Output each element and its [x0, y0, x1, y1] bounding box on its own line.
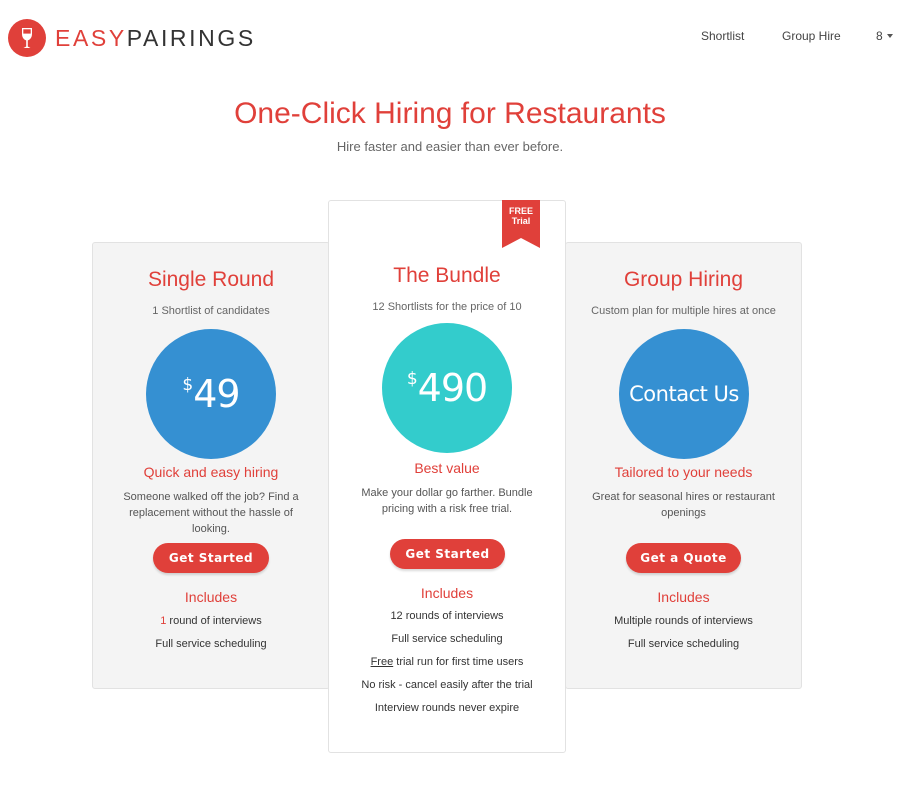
includes-item-text: round of interviews — [166, 615, 262, 627]
includes-item: Multiple rounds of interviews — [614, 615, 753, 627]
plan-tagline: Tailored to your needs — [614, 464, 753, 480]
brand-name: EASYPAIRINGS — [55, 25, 256, 52]
get-started-button[interactable]: Get Started — [153, 543, 269, 573]
user-menu-label: 8 — [876, 29, 883, 43]
brand-name-easy: EASY — [55, 24, 127, 51]
includes-item: Full service scheduling — [155, 638, 267, 650]
wine-glass-icon — [8, 19, 46, 57]
plan-tagline: Quick and easy hiring — [143, 464, 279, 480]
plan-subtitle: 12 Shortlists for the price of 10 — [372, 301, 522, 313]
get-started-button[interactable]: Get Started — [390, 539, 505, 569]
free-trial-ribbon: FREE Trial — [502, 200, 540, 248]
plan-card-single-round: Single Round 1 Shortlist of candidates $… — [92, 242, 330, 689]
includes-item: No risk - cancel easily after the trial — [361, 679, 533, 691]
page-title: One-Click Hiring for Restaurants — [234, 97, 666, 130]
nav-link-shortlist[interactable]: Shortlist — [701, 29, 744, 43]
plan-tagline: Best value — [414, 460, 480, 476]
plan-title: Single Round — [147, 268, 275, 291]
plan-title: The Bundle — [393, 264, 501, 287]
get-a-quote-button[interactable]: Get a Quote — [626, 543, 741, 573]
plan-subtitle: 1 Shortlist of candidates — [152, 305, 270, 317]
caret-down-icon — [886, 34, 893, 38]
user-menu-dropdown[interactable]: 8 — [876, 29, 893, 43]
price-circle: $49 — [146, 329, 276, 459]
price-label: $49 — [182, 372, 240, 416]
includes-item: Free trial run for first time users — [329, 656, 565, 668]
plan-description: Make your dollar go farther. Bundle pric… — [361, 487, 533, 515]
plan-subtitle: Custom plan for multiple hires at once — [591, 305, 776, 317]
includes-item: Full service scheduling — [391, 633, 503, 645]
contact-us-label: Contact Us — [629, 382, 739, 406]
price-circle: $490 — [382, 323, 512, 453]
page-subtitle: Hire faster and easier than ever before. — [336, 139, 564, 154]
includes-item-text: trial run for first time users — [393, 656, 524, 668]
includes-item: Full service scheduling — [627, 638, 740, 650]
includes-heading: Includes — [184, 589, 238, 605]
contact-circle[interactable]: Contact Us — [619, 329, 749, 459]
includes-item: 1 round of interviews — [93, 615, 329, 627]
ribbon-line-1: FREE — [508, 206, 533, 216]
plan-description: Great for seasonal hires or restaurant o… — [592, 491, 775, 519]
includes-heading: Includes — [657, 589, 710, 605]
plan-card-the-bundle: FREE Trial The Bundle 12 Shortlists for t… — [328, 200, 566, 753]
nav-link-group-hire[interactable]: Group Hire — [782, 29, 841, 43]
includes-heading: Includes — [420, 585, 474, 601]
brand-name-pairings: PAIRINGS — [126, 24, 256, 51]
price-value: 490 — [417, 366, 489, 410]
ribbon-line-2: Trial — [511, 216, 531, 226]
currency-symbol: $ — [406, 369, 418, 389]
top-navbar: EASYPAIRINGS Shortlist Group Hire 8 — [0, 0, 900, 76]
includes-item: Interview rounds never expire — [374, 702, 520, 714]
plan-description: Someone walked off the job? Find a repla… — [123, 491, 299, 535]
price-value: 49 — [193, 372, 240, 416]
brand-logo[interactable]: EASYPAIRINGS — [8, 19, 256, 57]
price-label: $490 — [406, 366, 489, 410]
plan-card-group-hiring: Group Hiring Custom plan for multiple hi… — [565, 242, 802, 689]
plan-title: Group Hiring — [623, 268, 744, 291]
free-trial-link[interactable]: Free — [371, 656, 394, 668]
includes-item: 12 rounds of interviews — [390, 610, 504, 622]
currency-symbol: $ — [182, 375, 193, 395]
